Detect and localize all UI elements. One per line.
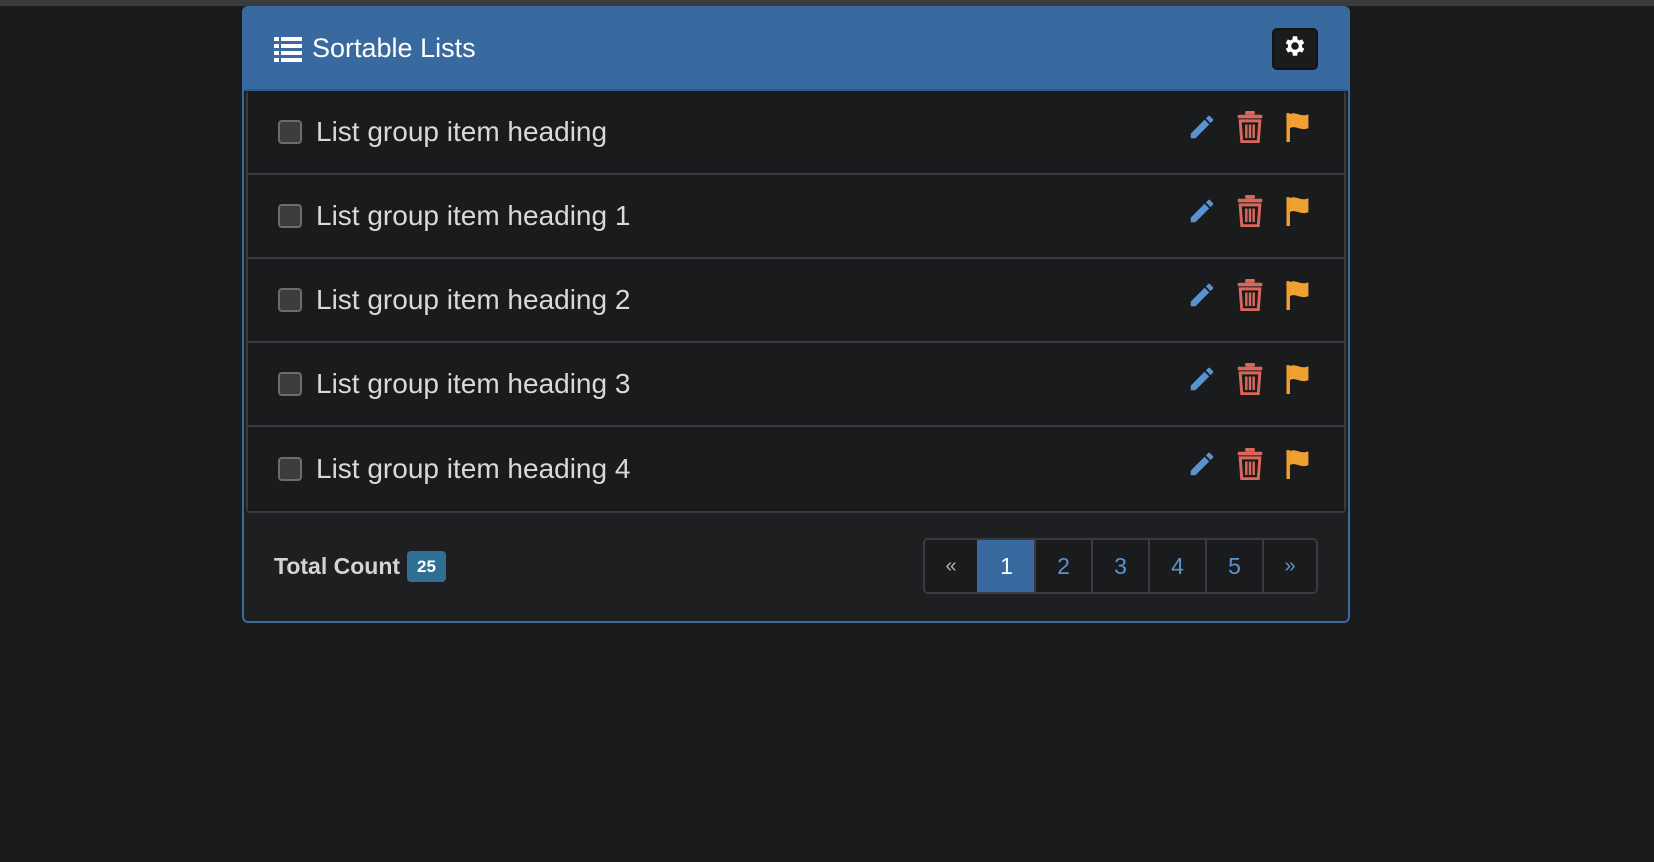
item-heading: List group item heading 1: [316, 200, 631, 231]
panel-footer: Total Count 25 «1 2 3 4 5»: [244, 513, 1348, 619]
trash-icon[interactable]: [1234, 110, 1266, 144]
list-item[interactable]: List group item heading 1: [248, 175, 1344, 259]
trash-icon[interactable]: [1234, 194, 1266, 228]
pagination: «1 2 3 4 5»: [923, 538, 1318, 594]
item-actions: [1186, 110, 1314, 144]
pagination-page-1[interactable]: 1: [977, 540, 1034, 592]
item-actions: [1186, 362, 1314, 396]
settings-button[interactable]: [1272, 27, 1318, 70]
item-actions: [1186, 278, 1314, 312]
item-actions: [1186, 447, 1314, 481]
item-heading: List group item heading 2: [316, 284, 631, 315]
sortable-list: List group item heading List group item h…: [246, 91, 1346, 513]
pencil-icon[interactable]: [1186, 447, 1218, 481]
trash-icon[interactable]: [1234, 278, 1266, 312]
pencil-icon[interactable]: [1186, 278, 1218, 312]
list-item[interactable]: List group item heading: [248, 91, 1344, 175]
flag-icon[interactable]: [1282, 194, 1314, 228]
item-heading: List group item heading: [316, 116, 608, 147]
trash-icon[interactable]: [1234, 362, 1266, 396]
flag-icon[interactable]: [1282, 447, 1314, 481]
item-checkbox[interactable]: [278, 204, 302, 228]
item-heading: List group item heading 4: [316, 453, 631, 484]
trash-icon[interactable]: [1234, 447, 1266, 481]
pencil-icon[interactable]: [1186, 110, 1218, 144]
item-checkbox[interactable]: [278, 288, 302, 312]
pagination-page-2[interactable]: 2: [1034, 540, 1091, 592]
item-checkbox[interactable]: [278, 457, 302, 481]
sortable-lists-panel: Sortable Lists List group item heading Li…: [242, 6, 1350, 623]
item-actions: [1186, 194, 1314, 228]
total-count-badge: 25: [407, 550, 446, 582]
pagination-page-3[interactable]: 3: [1091, 540, 1148, 592]
item-heading: List group item heading 3: [316, 368, 631, 399]
list-item[interactable]: List group item heading 3: [248, 343, 1344, 427]
pagination-page-4[interactable]: 4: [1148, 540, 1205, 592]
item-checkbox[interactable]: [278, 120, 302, 144]
flag-icon[interactable]: [1282, 278, 1314, 312]
list-item[interactable]: List group item heading 4: [248, 427, 1344, 511]
item-checkbox[interactable]: [278, 372, 302, 396]
total-count-label: Total Count: [274, 552, 401, 579]
pagination-next-button[interactable]: »: [1262, 540, 1316, 592]
gear-icon: [1282, 33, 1308, 64]
pagination-prev-button[interactable]: «: [925, 540, 977, 592]
list-icon: [274, 35, 302, 63]
panel-header: Sortable Lists: [244, 8, 1348, 91]
flag-icon[interactable]: [1282, 110, 1314, 144]
pencil-icon[interactable]: [1186, 194, 1218, 228]
panel-title: Sortable Lists: [312, 33, 476, 63]
pagination-page-5[interactable]: 5: [1205, 540, 1262, 592]
pencil-icon[interactable]: [1186, 362, 1218, 396]
flag-icon[interactable]: [1282, 362, 1314, 396]
list-item[interactable]: List group item heading 2: [248, 259, 1344, 343]
